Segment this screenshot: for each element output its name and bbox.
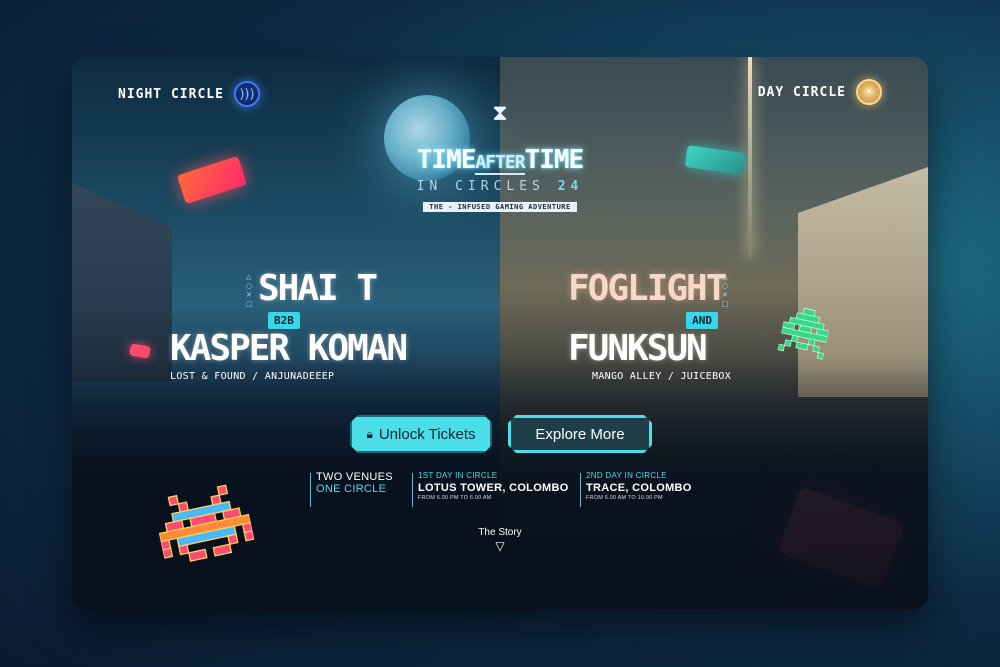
moon-signal-icon[interactable]: ))): [233, 81, 260, 107]
light-beam: [748, 57, 752, 257]
title-word-time: TIME: [416, 145, 477, 175]
subtitle-text: IN CIRCLES: [416, 179, 545, 194]
playstation-symbols-icon: △ ○ ✕ □: [722, 273, 729, 308]
day2-time: FROM 6.00 AM TO 10.00 PM: [586, 495, 663, 501]
playstation-symbols-icon: △ ○ ✕ □: [246, 273, 253, 308]
event-subtitle: IN CIRCLES 24: [372, 179, 628, 194]
day2-info: 2ND DAY IN CIRCLE TRACE, COLOMBO FROM 6.…: [580, 471, 692, 507]
page-title: TIMEAFTERTIME: [372, 145, 628, 175]
tagline: THE - INFUSED GAMING ADVENTURE: [423, 202, 577, 212]
chevron-down-icon: ▽: [495, 539, 505, 553]
night-lineup: △ ○ ✕ □ SHAI T B2B KASPER KOMAN LOST & FOUN…: [170, 268, 408, 383]
venue-summary: TWO VENUES ONE CIRCLE: [310, 471, 393, 507]
night-circle-toggle[interactable]: NIGHT CIRCLE ))): [118, 81, 260, 107]
day-circle-toggle[interactable]: DAY CIRCLE ☀: [758, 79, 882, 105]
artist-foglight: FOGLIGHT: [568, 268, 727, 309]
subtitle-year: 24: [557, 179, 584, 194]
title-word-after: AFTER: [475, 152, 526, 175]
artist-funksun: FUNKSUN: [568, 328, 708, 369]
artist-kasper-koman: KASPER KOMAN: [170, 328, 408, 369]
event-title: TIMEAFTERTIME IN CIRCLES 24 THE - INFUSE…: [372, 145, 628, 213]
day1-venue: LOTUS TOWER, COLOMBO: [418, 482, 569, 494]
day1-info: 1ST DAY IN CIRCLE LOTUS TOWER, COLOMBO F…: [412, 471, 569, 507]
divider: [412, 473, 413, 507]
unlock-tickets-button[interactable]: 🔒︎ Unlock Tickets: [350, 415, 492, 453]
venues-tagline: ONE CIRCLE: [316, 483, 387, 495]
day-labels: MANGO ALLEY / JUICEBOX: [592, 371, 732, 382]
sun-icon[interactable]: ☀: [856, 79, 882, 105]
night-labels: LOST & FOUND / ANJUNADEEEP: [170, 371, 335, 382]
artist-shai-t: SHAI T: [258, 268, 378, 309]
title-word-time: TIME: [524, 145, 585, 175]
unlock-tickets-label: Unlock Tickets: [378, 425, 476, 443]
day-circle-label: DAY CIRCLE: [757, 84, 846, 100]
lock-icon: 🔒︎: [366, 426, 373, 441]
venues-count: TWO VENUES: [316, 471, 393, 483]
connector-badge: B2B: [268, 312, 300, 329]
divider: [580, 473, 581, 507]
day1-label: 1ST DAY IN CIRCLE: [418, 471, 498, 480]
day2-venue: TRACE, COLOMBO: [586, 482, 692, 494]
day1-time: FROM 6.00 PM TO 6.00 AM: [418, 495, 492, 501]
day-lineup: FOGLIGHT △ ○ ✕ □ AND FUNKSUN MANGO ALLEY / …: [568, 268, 732, 383]
connector-badge: AND: [686, 312, 718, 329]
divider: [310, 473, 311, 507]
hero-frame: NIGHT CIRCLE ))) DAY CIRCLE ☀ ⧗ TIMEAFTE…: [72, 57, 928, 609]
logo-icon: ⧗: [492, 101, 508, 126]
the-story-link[interactable]: The Story ▽: [470, 527, 530, 552]
the-story-label: The Story: [478, 527, 522, 538]
night-circle-label: NIGHT CIRCLE: [118, 86, 224, 102]
explore-more-label: Explore More: [535, 425, 625, 443]
day2-label: 2ND DAY IN CIRCLE: [586, 471, 667, 480]
explore-more-button[interactable]: Explore More: [508, 415, 652, 453]
